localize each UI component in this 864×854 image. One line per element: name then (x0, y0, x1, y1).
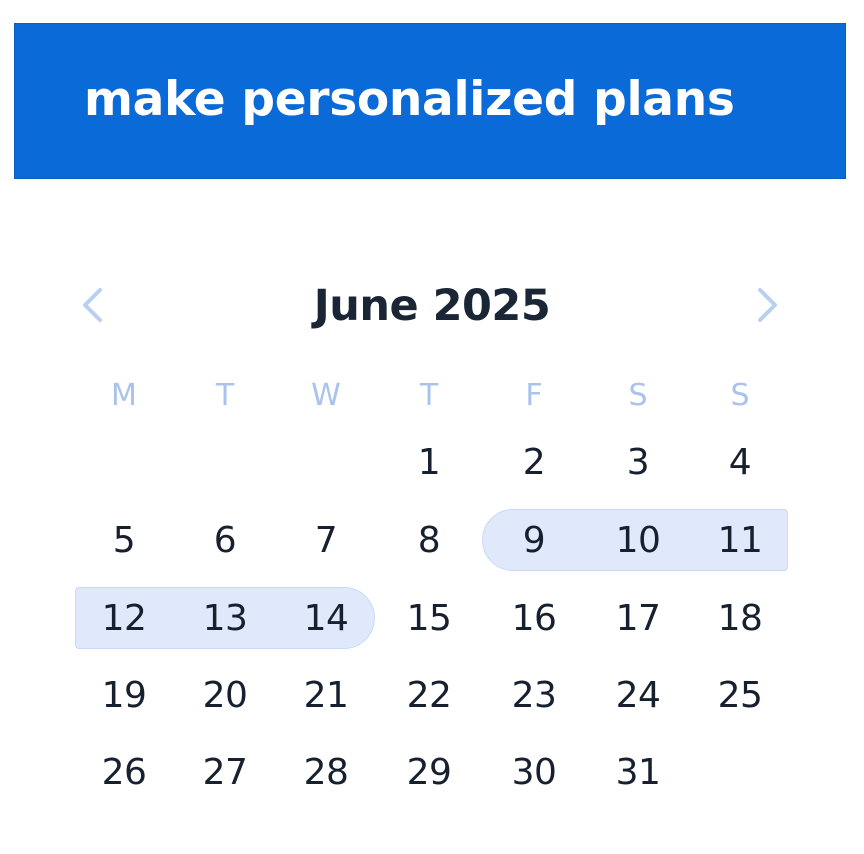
day-cell[interactable]: 14 (281, 588, 371, 650)
day-cell[interactable]: 25 (695, 665, 785, 727)
banner-title: make personalized plans (84, 72, 735, 127)
day-cell[interactable]: 31 (593, 742, 683, 804)
day-cell[interactable]: 15 (384, 588, 474, 650)
weekday-label: M (111, 378, 137, 413)
day-cell[interactable]: 26 (79, 742, 169, 804)
weekday-label: F (525, 378, 543, 413)
weekday-label: S (628, 378, 648, 413)
day-cell[interactable]: 21 (281, 665, 371, 727)
weekday-label: S (730, 378, 750, 413)
day-cell[interactable]: 3 (593, 432, 683, 494)
day-cell[interactable]: 13 (180, 588, 270, 650)
day-cell[interactable]: 10 (593, 510, 683, 572)
day-cell[interactable]: 6 (180, 510, 270, 572)
day-cell[interactable]: 20 (180, 665, 270, 727)
day-cell[interactable]: 18 (695, 588, 785, 650)
day-cell[interactable]: 1 (384, 432, 474, 494)
day-cell[interactable]: 9 (489, 510, 579, 572)
day-cell[interactable]: 23 (489, 665, 579, 727)
day-cell[interactable]: 28 (281, 742, 371, 804)
weekday-label: T (419, 378, 439, 413)
day-cell[interactable]: 7 (281, 510, 371, 572)
day-cell[interactable]: 4 (695, 432, 785, 494)
day-cell[interactable]: 30 (489, 742, 579, 804)
day-cell[interactable]: 19 (79, 665, 169, 727)
day-cell[interactable]: 29 (384, 742, 474, 804)
month-title: June 2025 (313, 281, 551, 331)
day-cell[interactable]: 24 (593, 665, 683, 727)
next-month-button[interactable] (744, 282, 790, 328)
weekday-label: W (311, 378, 341, 413)
day-cell[interactable]: 5 (79, 510, 169, 572)
day-cell[interactable]: 22 (384, 665, 474, 727)
chevron-right-icon (758, 288, 777, 322)
day-cell[interactable]: 8 (384, 510, 474, 572)
header-banner: make personalized plans (14, 23, 846, 179)
weekday-label: T (215, 378, 235, 413)
day-cell[interactable]: 12 (79, 588, 169, 650)
day-cell[interactable]: 17 (593, 588, 683, 650)
day-cell[interactable]: 16 (489, 588, 579, 650)
day-cell[interactable]: 11 (695, 510, 785, 572)
day-cell[interactable]: 2 (489, 432, 579, 494)
calendar-header: June 2025 (60, 272, 804, 342)
day-cell[interactable]: 27 (180, 742, 270, 804)
